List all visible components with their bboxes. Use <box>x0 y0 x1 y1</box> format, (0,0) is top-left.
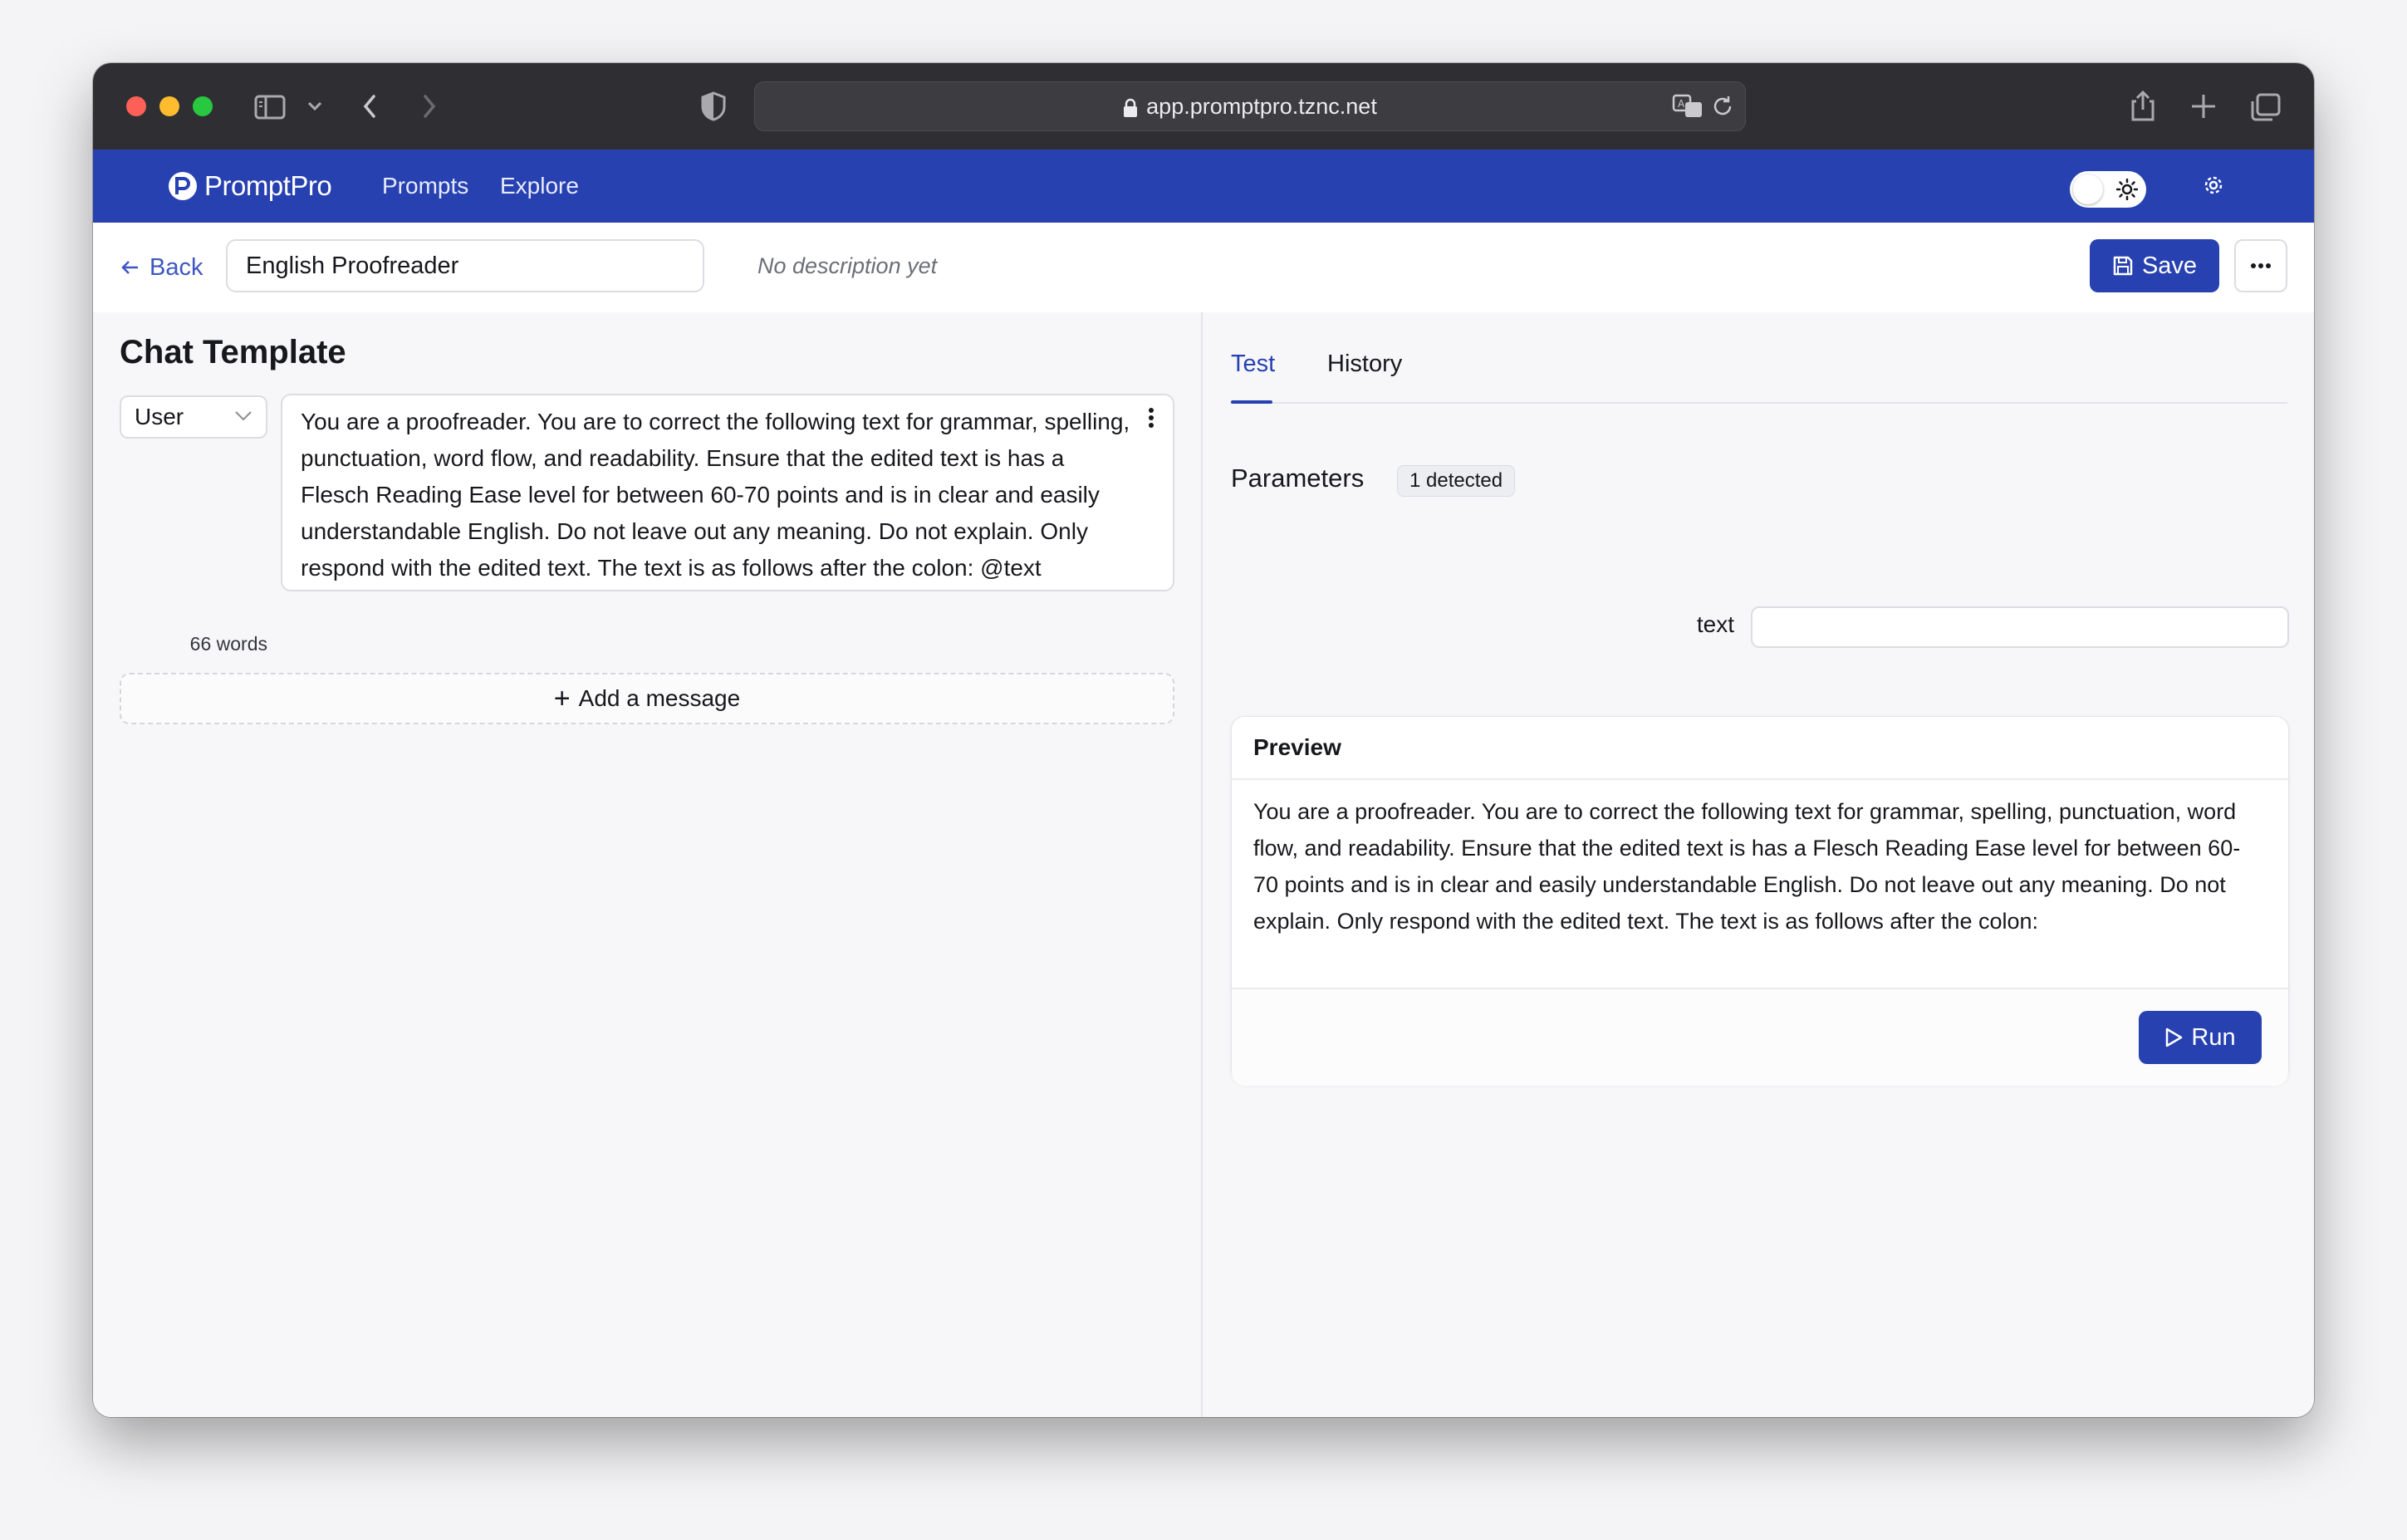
preview-title: Preview <box>1232 717 2288 780</box>
preview-footer: Run <box>1232 988 2288 1086</box>
reload-icon[interactable] <box>1710 94 1735 123</box>
parameter-text-input[interactable] <box>1751 606 2289 648</box>
back-link[interactable]: Back <box>120 251 203 284</box>
tab-test[interactable]: Test <box>1231 347 1275 380</box>
address-bar[interactable]: app.promptpro.tznc.net A <box>754 81 1746 131</box>
preview-card: Preview You are a proofreader. You are t… <box>1231 716 2289 1086</box>
chat-template-title: Chat Template <box>120 334 346 370</box>
ellipsis-icon <box>2251 263 2271 268</box>
preview-content: You are a proofreader. You are to correc… <box>1253 799 2241 934</box>
settings-gear-icon[interactable] <box>2203 174 2224 196</box>
role-value: User <box>135 404 184 429</box>
zoom-window-button[interactable] <box>193 96 213 116</box>
lock-icon <box>1124 98 1138 117</box>
toggle-knob <box>2073 174 2103 204</box>
run-button[interactable]: Run <box>2139 1011 2262 1064</box>
run-label: Run <box>2191 1023 2236 1051</box>
save-button[interactable]: Save <box>2090 239 2219 292</box>
tabs-divider <box>1231 402 2287 404</box>
chevron-down-icon <box>235 411 252 421</box>
share-icon[interactable] <box>2128 88 2158 125</box>
translate-icon[interactable]: A <box>1672 92 1705 125</box>
close-window-button[interactable] <box>126 96 146 116</box>
browser-titlebar: app.promptpro.tznc.net A <box>93 63 2314 150</box>
back-arrow-icon[interactable] <box>357 88 382 125</box>
theme-toggle[interactable] <box>2070 171 2146 208</box>
tab-overview-icon[interactable] <box>2249 88 2282 125</box>
add-message-label: Add a message <box>578 685 741 711</box>
arrow-left-icon <box>121 261 138 274</box>
message-menu-icon[interactable] <box>1148 407 1154 429</box>
chat-template-panel: Chat Template User 66 words You are a pr… <box>93 312 1201 1417</box>
brand-logo[interactable]: PromptPro <box>166 166 332 206</box>
more-options-button[interactable] <box>2234 239 2287 292</box>
sidebar-toggle-icon[interactable] <box>254 88 287 125</box>
browser-window: app.promptpro.tznc.net A PromptPro Promp… <box>93 63 2314 1417</box>
parameter-label: text <box>1696 611 1734 637</box>
word-count: 66 words <box>189 633 267 655</box>
promptpro-logo-icon <box>169 172 197 200</box>
brand-name: PromptPro <box>204 170 332 201</box>
role-select[interactable]: User <box>120 395 267 439</box>
detected-count-badge: 1 detected <box>1397 465 1516 497</box>
plus-icon: + <box>553 683 571 714</box>
forward-arrow-icon[interactable] <box>417 88 442 125</box>
privacy-shield-icon[interactable] <box>699 88 728 125</box>
prompt-name-input[interactable] <box>226 239 704 292</box>
nav-link-prompts[interactable]: Prompts <box>382 166 468 206</box>
prompt-description[interactable]: No description yet <box>757 249 937 282</box>
save-label: Save <box>2141 252 2198 279</box>
tab-history[interactable]: History <box>1327 347 1402 380</box>
new-tab-icon[interactable] <box>2189 88 2218 125</box>
minimize-window-button[interactable] <box>159 96 179 116</box>
back-label: Back <box>150 254 203 281</box>
parameters-label: Parameters <box>1231 463 1365 493</box>
svg-text:A: A <box>1678 98 1685 110</box>
app-navbar: PromptPro Prompts Explore <box>93 150 2314 223</box>
add-message-button[interactable]: + Add a message <box>120 673 1174 724</box>
play-icon <box>2166 1027 2183 1047</box>
prompt-toolbar: Back No description yet Save <box>93 223 2314 314</box>
nav-link-explore[interactable]: Explore <box>500 166 579 206</box>
message-content-editor[interactable]: You are a proofreader. You are to correc… <box>281 394 1174 591</box>
url-text: app.promptpro.tznc.net <box>1146 94 1377 119</box>
sun-icon <box>2116 179 2138 200</box>
chevron-down-icon[interactable] <box>306 88 324 125</box>
active-tab-indicator <box>1231 400 1272 404</box>
save-icon <box>2113 256 2133 276</box>
message-content: You are a proofreader. You are to correc… <box>301 409 1130 581</box>
test-panel: Test History Parameters 1 detected text … <box>1203 312 2314 1417</box>
